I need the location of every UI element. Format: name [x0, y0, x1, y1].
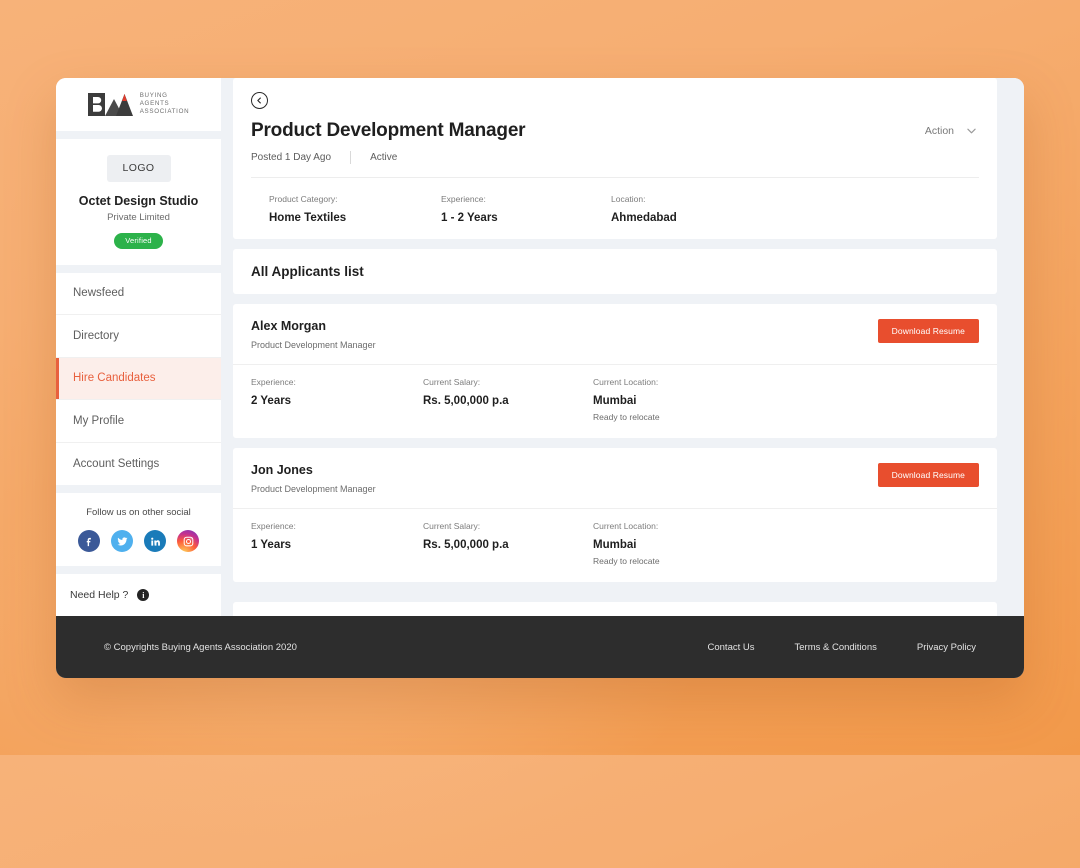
meta-value: Rs. 5,00,000 p.a [423, 395, 509, 407]
action-dropdown-label: Action [924, 125, 954, 137]
job-title-row: Product Development Manager Action [251, 120, 979, 142]
sidebar-nav: Newsfeed Directory Hire Candidates My Pr… [56, 272, 221, 485]
meta-label: Experience: [441, 194, 486, 204]
baa-logo: BUYING AGENTS ASSOCIATION [87, 92, 190, 117]
job-subline: Posted 1 Day Ago Active [251, 151, 979, 164]
footer-links: Contact Us Terms & Conditions Privacy Po… [708, 642, 977, 653]
meta-value: 2 Years [251, 395, 292, 407]
applicant-experience: Experience: 2 Years [251, 377, 423, 422]
job-meta-row: Product Category: Home Textiles Experien… [251, 177, 979, 239]
meta-value: Mumbai [593, 395, 637, 407]
social-card: Follow us on other social [56, 493, 221, 566]
relocate-note: Ready to relocate [593, 412, 660, 422]
logo-line-3: ASSOCIATION [139, 108, 190, 116]
footer-link-contact-us[interactable]: Contact Us [708, 642, 755, 653]
download-resume-button[interactable]: Download Resume [877, 319, 979, 343]
company-name: Octet Design Studio [78, 193, 199, 208]
back-arrow-icon[interactable] [251, 92, 268, 109]
meta-label: Experience: [251, 377, 296, 387]
footer: © Copyrights Buying Agents Association 2… [56, 616, 1024, 678]
job-meta-product-category: Product Category: Home Textiles [269, 194, 441, 224]
company-profile-card: LOGO Octet Design Studio Private Limited… [56, 138, 221, 265]
company-type: Private Limited [107, 211, 170, 223]
main-content: Product Development Manager Action Poste… [221, 78, 1024, 616]
meta-label: Product Category: [269, 194, 338, 204]
sidebar-item-account-settings[interactable]: Account Settings [56, 442, 221, 485]
meta-label: Current Location: [593, 377, 659, 387]
posted-date: Posted 1 Day Ago [251, 152, 332, 163]
meta-label: Current Salary: [423, 521, 481, 531]
meta-label: Experience: [251, 521, 296, 531]
company-logo-placeholder: LOGO [106, 154, 171, 182]
twitter-icon[interactable] [111, 530, 133, 552]
applicant-meta-row: Experience: 2 Years Current Salary: Rs. … [233, 364, 997, 438]
sidebar: BUYING AGENTS ASSOCIATION LOGO Octet Des… [56, 78, 221, 616]
action-dropdown[interactable]: Action [922, 122, 979, 140]
chevron-down-icon [967, 128, 976, 134]
meta-value: Mumbai [593, 539, 637, 551]
brand-logo-card[interactable]: BUYING AGENTS ASSOCIATION [56, 78, 221, 131]
applicant-current-location: Current Location: Mumbai Ready to reloca… [593, 521, 979, 566]
info-icon[interactable]: i [137, 589, 150, 601]
logo-line-1: BUYING [139, 91, 168, 99]
social-title: Follow us on other social [86, 507, 191, 518]
job-header-panel: Product Development Manager Action Poste… [233, 78, 997, 239]
copyright-text: © Copyrights Buying Agents Association 2… [104, 641, 297, 653]
meta-value: 1 - 2 Years [441, 212, 498, 224]
applicant-identity: Alex Morgan Product Development Manager [251, 319, 376, 350]
applicant-name: Jon Jones [251, 463, 313, 477]
relocate-note: Ready to relocate [593, 556, 660, 566]
sidebar-item-directory[interactable]: Directory [56, 315, 221, 358]
applicant-header: Alex Morgan Product Development Manager … [233, 304, 997, 364]
status-badge: Active [370, 152, 398, 163]
sidebar-item-hire-candidates[interactable]: Hire Candidates [56, 357, 221, 400]
instagram-icon[interactable] [177, 530, 199, 552]
page-title: Product Development Manager [251, 120, 526, 141]
job-meta-experience: Experience: 1 - 2 Years [441, 194, 611, 224]
job-meta-location: Location: Ahmedabad [611, 194, 961, 224]
applicant-role: Product Development Manager [251, 340, 376, 350]
footer-link-privacy[interactable]: Privacy Policy [917, 642, 976, 653]
applicant-header: Jon Jones Product Development Manager Do… [233, 448, 997, 508]
need-help-label: Need Help ? [70, 589, 129, 601]
facebook-icon[interactable] [78, 530, 100, 552]
applicant-role: Product Development Manager [251, 484, 376, 494]
applicant-name: Alex Morgan [251, 319, 327, 333]
baa-wordmark: BUYING AGENTS ASSOCIATION [140, 92, 190, 117]
applicant-experience: Experience: 1 Years [251, 521, 423, 566]
sidebar-item-my-profile[interactable]: My Profile [56, 400, 221, 443]
meta-label: Current Location: [593, 521, 659, 531]
pagination-bar: Page No. 1 2 3 4 5 1 / 5 [233, 602, 997, 616]
applicant-meta-row: Experience: 1 Years Current Salary: Rs. … [233, 508, 997, 582]
applicant-identity: Jon Jones Product Development Manager [251, 463, 376, 494]
footer-link-terms[interactable]: Terms & Conditions [795, 642, 877, 653]
applicants-list-title: All Applicants list [233, 249, 997, 294]
window-body: BUYING AGENTS ASSOCIATION LOGO Octet Des… [56, 78, 1024, 616]
meta-value: Home Textiles [269, 212, 347, 224]
table-row[interactable]: Alex Morgan Product Development Manager … [233, 304, 997, 438]
need-help-card[interactable]: Need Help ? i [56, 574, 221, 616]
download-resume-button[interactable]: Download Resume [877, 463, 979, 487]
linkedin-icon[interactable] [144, 530, 166, 552]
verified-badge: Verified [114, 232, 163, 249]
meta-value: Rs. 5,00,000 p.a [423, 539, 509, 551]
app-window: BUYING AGENTS ASSOCIATION LOGO Octet Des… [56, 78, 1024, 678]
table-row[interactable]: Jon Jones Product Development Manager Do… [233, 448, 997, 582]
applicant-current-salary: Current Salary: Rs. 5,00,000 p.a [423, 377, 593, 422]
applicant-current-location: Current Location: Mumbai Ready to reloca… [593, 377, 979, 422]
meta-label: Location: [611, 194, 646, 204]
logo-line-2: AGENTS [139, 100, 170, 108]
social-icon-row [66, 530, 211, 552]
applicant-current-salary: Current Salary: Rs. 5,00,000 p.a [423, 521, 593, 566]
divider [350, 151, 352, 164]
baa-mountain-logo-icon [87, 92, 133, 116]
sidebar-item-newsfeed[interactable]: Newsfeed [56, 272, 221, 315]
meta-label: Current Salary: [423, 377, 481, 387]
meta-value: 1 Years [251, 539, 292, 551]
meta-value: Ahmedabad [611, 212, 677, 224]
